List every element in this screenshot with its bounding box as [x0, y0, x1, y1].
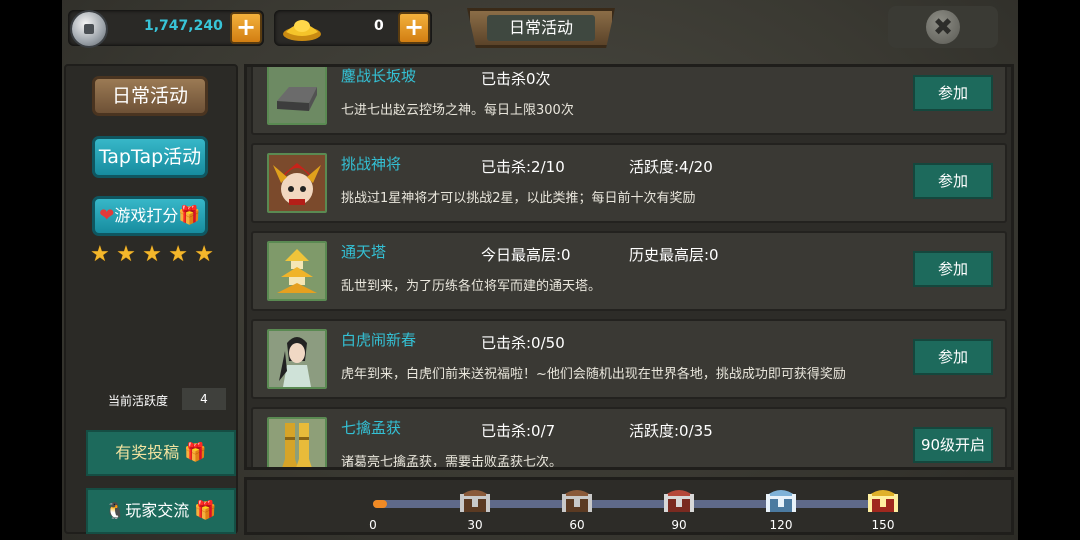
close-icon: ✖	[926, 10, 960, 44]
rate-game-button[interactable]: ❤游戏打分🎁	[92, 196, 208, 236]
join-activity-button[interactable]: 参加	[913, 251, 993, 287]
activity-progress-bar: 0 30 60 90 120 150	[244, 477, 1014, 535]
activity-stat-secondary: 历史最高层:0	[629, 246, 719, 264]
progress-track	[373, 500, 883, 508]
close-button[interactable]: ✖	[888, 6, 998, 48]
activity-stat-primary: 已击杀:0/7	[481, 422, 556, 440]
white-robed-hero-icon	[267, 329, 327, 389]
gift-icon: 🎁	[178, 205, 201, 226]
join-activity-button[interactable]: 参加	[913, 75, 993, 111]
activity-stat-secondary: 活跃度:4/20	[629, 158, 713, 176]
silver-coin-icon	[72, 12, 106, 46]
title-plaque: 日常活动	[467, 8, 615, 48]
activity-name: 白虎闹新春	[341, 331, 417, 349]
activity-row: 鏖战长坂坡 已击杀0次七进七出赵云控场之神。每日上限300次 参加	[251, 67, 1007, 135]
reward-submission-button[interactable]: 有奖投稿 🎁	[86, 430, 236, 476]
bronze-chest-icon[interactable]	[457, 484, 493, 514]
gold-chest-icon[interactable]	[865, 484, 901, 514]
red-chest-icon[interactable]	[661, 484, 697, 514]
activity-name: 七擒孟获	[341, 419, 402, 437]
penguin-icon: 🐧	[105, 501, 126, 520]
activity-stat-primary: 已击杀:0/50	[481, 334, 565, 352]
join-activity-button[interactable]: 90级开启	[913, 427, 993, 463]
join-activity-button[interactable]: 参加	[913, 339, 993, 375]
bronze-chest-icon[interactable]	[559, 484, 595, 514]
daily-activity-tab[interactable]: 日常活动	[92, 76, 208, 116]
gold-ingot-icon	[282, 14, 322, 42]
star-icon[interactable]: ★	[90, 244, 110, 266]
activity-name: 鏖战长坂坡	[341, 67, 417, 85]
gift-icon: 🎁	[194, 500, 217, 521]
activity-row: 通天塔 今日最高层:0 历史最高层:0 乱世到来，为了历练各位将军而建的通天塔。 参加	[251, 231, 1007, 311]
rate-game-label: 游戏打分	[114, 206, 179, 225]
star-icon[interactable]: ★	[168, 244, 188, 266]
daily-activity-screen: 1,747,240 + 0 + 日常活动 ✖ 日常活动 TapTap活动 ❤游戏…	[62, 0, 1018, 540]
join-activity-button[interactable]: 参加	[913, 163, 993, 199]
activity-points-label: 当前活跃度	[108, 394, 169, 408]
milestone-label: 0	[369, 518, 377, 532]
pagoda-icon	[267, 241, 327, 301]
activity-description: 挑战过1星神将才可以挑战2星，以此类推；每日前十次有奖励	[341, 191, 696, 206]
activity-stat-secondary: 活跃度:0/35	[629, 422, 713, 440]
player-community-button[interactable]: 🐧玩家交流 🎁	[86, 488, 236, 534]
activity-row: 白虎闹新春 已击杀:0/50 虎年到来，白虎们前来送祝福啦！~他们会随机出现在世界各…	[251, 319, 1007, 399]
milestone-label: 30	[467, 518, 483, 532]
milestone-label: 120	[769, 518, 793, 532]
silver-amount: 1,747,240	[144, 18, 223, 34]
blue-chest-icon[interactable]	[763, 484, 799, 514]
activity-row: 挑战神将 已击杀:2/10 活跃度:4/20 挑战过1星神将才可以挑战2星，以此类推；…	[251, 143, 1007, 223]
activity-row: 七擒孟获 已击杀:0/7 活跃度:0/35 诸葛亮七擒孟获，需要击败孟获七次。 90级开…	[251, 407, 1007, 470]
heart-icon: ❤	[99, 205, 115, 226]
iron-ingot-icon	[267, 67, 327, 125]
taptap-activity-tab[interactable]: TapTap活动	[92, 136, 208, 178]
progress-fill	[373, 500, 387, 508]
activity-list-content: 鏖战长坂坡 已击杀0次 七进七出赵云控场之神。每日上限300次 参加 挑战神将 已击杀:2…	[251, 67, 1007, 470]
add-gold-button[interactable]: +	[398, 12, 430, 44]
milestone-label: 150	[871, 518, 895, 532]
red-general-icon	[267, 153, 327, 213]
page-title: 日常活动	[487, 15, 595, 41]
activity-description: 诸葛亮七擒孟获，需要击败孟获七次。	[341, 455, 563, 470]
add-silver-button[interactable]: +	[230, 12, 262, 44]
activity-name: 挑战神将	[341, 155, 402, 173]
activity-points-value: 4	[182, 388, 226, 410]
reward-submission-label: 有奖投稿	[115, 443, 180, 462]
activity-name: 通天塔	[341, 243, 387, 261]
activity-stat-primary: 今日最高层:0	[481, 246, 571, 264]
milestone-label: 90	[671, 518, 687, 532]
activity-stat-primary: 已击杀:2/10	[481, 158, 565, 176]
rating-stars: ★ ★ ★ ★ ★	[90, 244, 214, 266]
golden-boots-icon	[267, 417, 327, 467]
player-community-label: 玩家交流	[125, 501, 190, 520]
activity-stat-primary: 已击杀0次	[481, 70, 551, 88]
activity-description: 乱世到来，为了历练各位将军而建的通天塔。	[341, 279, 602, 294]
star-icon[interactable]: ★	[194, 244, 214, 266]
gold-amount: 0	[374, 18, 384, 34]
activity-list[interactable]: 鏖战长坂坡 已击杀0次 七进七出赵云控场之神。每日上限300次 参加 挑战神将 已击杀:2…	[244, 64, 1014, 470]
activity-description: 七进七出赵云控场之神。每日上限300次	[341, 103, 574, 118]
activity-description: 虎年到来，白虎们前来送祝福啦！~他们会随机出现在世界各地，挑战成功即可获得奖励	[341, 367, 846, 382]
gift-icon: 🎁	[184, 442, 207, 463]
star-icon[interactable]: ★	[142, 244, 162, 266]
star-icon[interactable]: ★	[116, 244, 136, 266]
milestone-label: 60	[569, 518, 585, 532]
